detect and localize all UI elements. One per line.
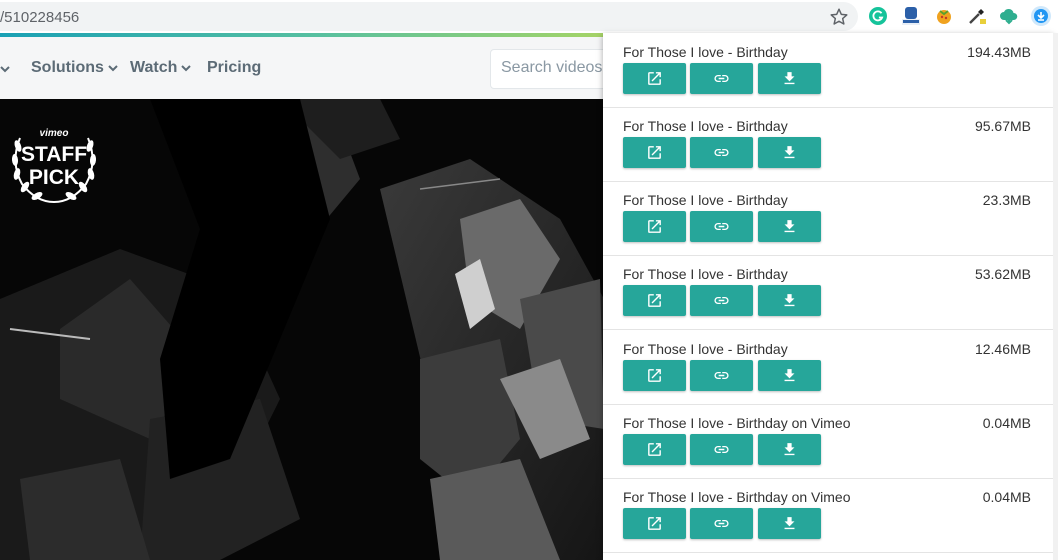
url-text[interactable]: /510228456 — [0, 9, 79, 26]
color-picker-icon[interactable] — [966, 5, 988, 27]
list-item: For Those I love - Birthday 95.67MB — [603, 107, 1053, 182]
download-button[interactable] — [758, 360, 821, 391]
nav-solutions-label: Solutions — [31, 59, 104, 76]
open-in-new-icon — [648, 146, 661, 159]
list-item: For Those I love - Birthday 194.43MB — [603, 33, 1053, 108]
download-icon — [784, 220, 795, 233]
item-size: 0.04MB — [982, 489, 1031, 505]
copy-link-button[interactable] — [690, 508, 753, 539]
item-title: For Those I love - Birthday — [623, 44, 788, 60]
item-title: For Those I love - Birthday — [623, 118, 788, 134]
item-size: 194.43MB — [967, 44, 1031, 60]
popup-scrollbar[interactable] — [1053, 33, 1058, 560]
item-size: 12.46MB — [974, 341, 1031, 357]
video-downloader-extension-icon[interactable] — [1030, 5, 1052, 27]
link-icon — [714, 222, 729, 231]
chevron-down-icon[interactable] — [0, 64, 10, 74]
nav-pricing[interactable]: Pricing — [207, 59, 261, 77]
nav-pricing-label: Pricing — [207, 59, 262, 76]
cloud-download-icon[interactable] — [998, 5, 1020, 27]
tomato-extension-icon[interactable] — [933, 5, 955, 27]
nav-solutions[interactable]: Solutions — [31, 59, 118, 77]
copy-link-button[interactable] — [690, 360, 753, 391]
open-in-new-tab-button[interactable] — [623, 508, 686, 539]
item-size: 53.62MB — [974, 266, 1031, 282]
download-icon — [784, 443, 795, 456]
list-item: For Those I love - Birthday on Vimeo 0.0… — [603, 478, 1053, 553]
link-icon — [714, 148, 729, 157]
copy-link-button[interactable] — [690, 63, 753, 94]
item-title: For Those I love - Birthday — [623, 266, 788, 282]
download-button[interactable] — [758, 211, 821, 242]
nav-watch[interactable]: Watch — [130, 59, 192, 77]
video-player[interactable]: vimeo STAFF PICK — [0, 99, 604, 560]
download-button[interactable] — [758, 63, 821, 94]
open-in-new-icon — [648, 220, 661, 233]
download-button[interactable] — [758, 508, 821, 539]
item-title: For Those I love - Birthday — [623, 192, 788, 208]
staff-pick-badge: vimeo STAFF PICK — [11, 128, 97, 204]
open-in-new-tab-button[interactable] — [623, 360, 686, 391]
copy-link-button[interactable] — [690, 211, 753, 242]
copy-link-button[interactable] — [690, 434, 753, 465]
open-in-new-icon — [648, 294, 661, 307]
open-in-new-tab-button[interactable] — [623, 211, 686, 242]
open-in-new-icon — [648, 443, 661, 456]
item-title: For Those I love - Birthday on Vimeo — [623, 489, 851, 505]
open-in-new-tab-button[interactable] — [623, 137, 686, 168]
link-icon — [714, 445, 729, 454]
link-icon — [714, 519, 729, 528]
address-bar[interactable]: /510228456 — [0, 2, 858, 31]
open-in-new-icon — [648, 72, 661, 85]
open-in-new-icon — [648, 517, 661, 530]
chevron-down-icon — [181, 65, 192, 72]
open-in-new-tab-button[interactable] — [623, 63, 686, 94]
item-title: For Those I love - Birthday on Vimeo — [623, 415, 851, 431]
nav-watch-label: Watch — [130, 59, 178, 76]
search-placeholder: Search videos — [501, 59, 603, 76]
badge-brand: vimeo — [40, 128, 69, 139]
extension-badge-icon[interactable] — [900, 5, 922, 27]
chevron-down-icon — [108, 65, 118, 72]
bookmark-star-icon[interactable] — [828, 6, 850, 28]
download-icon — [784, 517, 795, 530]
link-icon — [714, 296, 729, 305]
item-title: For Those I love - Birthday — [623, 341, 788, 357]
download-icon — [784, 369, 795, 382]
open-in-new-icon — [648, 369, 661, 382]
item-size: 95.67MB — [974, 118, 1031, 134]
item-size: 23.3MB — [982, 192, 1031, 208]
download-button[interactable] — [758, 434, 821, 465]
badge-line1: STAFF — [21, 143, 87, 166]
list-item: For Those I love - Birthday 23.3MB — [603, 181, 1053, 256]
download-icon — [784, 72, 795, 85]
download-icon — [784, 294, 795, 307]
list-item: For Those I love - Birthday 53.62MB — [603, 255, 1053, 330]
video-downloader-popup: For Those I love - Birthday 194.43MB For… — [603, 33, 1053, 560]
download-button[interactable] — [758, 137, 821, 168]
download-icon — [784, 146, 795, 159]
list-item: For Those I love - Birthday on Vimeo 0.0… — [603, 404, 1053, 479]
open-in-new-tab-button[interactable] — [623, 434, 686, 465]
link-icon — [714, 74, 729, 83]
browser-toolbar: /510228456 — [0, 0, 1058, 33]
download-button[interactable] — [758, 285, 821, 316]
copy-link-button[interactable] — [690, 137, 753, 168]
list-item: For Those I love - Birthday 12.46MB — [603, 330, 1053, 405]
item-size: 0.04MB — [982, 415, 1031, 431]
badge-line2: PICK — [29, 166, 79, 189]
grammarly-extension-icon[interactable] — [867, 5, 889, 27]
open-in-new-tab-button[interactable] — [623, 285, 686, 316]
copy-link-button[interactable] — [690, 285, 753, 316]
link-icon — [714, 371, 729, 380]
